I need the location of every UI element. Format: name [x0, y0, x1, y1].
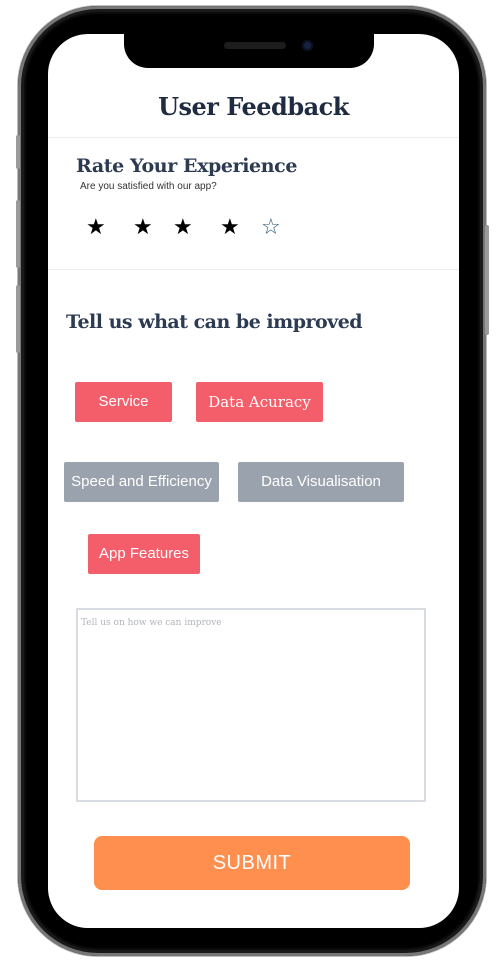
- power-button: [485, 225, 489, 335]
- chip-data-visualisation[interactable]: Data Visualisation: [238, 462, 404, 502]
- volume-down-button: [16, 285, 20, 353]
- chip-speed-and-efficiency[interactable]: Speed and Efficiency: [64, 462, 219, 502]
- page-title: User Feedback: [158, 92, 349, 121]
- chip-service[interactable]: Service: [75, 382, 172, 422]
- feedback-textarea[interactable]: [76, 608, 426, 802]
- notch: [124, 34, 374, 68]
- rating-divider: [48, 269, 459, 270]
- star-empty-icon[interactable]: ☆: [261, 215, 281, 241]
- star-filled-icon[interactable]: ★: [220, 215, 240, 241]
- submit-button[interactable]: SUBMIT: [94, 836, 410, 890]
- header-divider: [48, 137, 459, 138]
- front-camera: [302, 40, 313, 51]
- volume-up-button: [16, 200, 20, 268]
- mute-switch: [16, 135, 20, 169]
- rating-title: Rate Your Experience: [76, 155, 298, 177]
- speaker-grille: [224, 42, 286, 49]
- star-filled-icon[interactable]: ★: [173, 215, 193, 241]
- star-filled-icon[interactable]: ★: [133, 215, 153, 241]
- rating-subtitle: Are you satisfied with our app?: [80, 181, 217, 192]
- chip-app-features[interactable]: App Features: [88, 534, 200, 574]
- star-filled-icon[interactable]: ★: [86, 215, 106, 241]
- chip-data-accuracy[interactable]: Data Acuracy: [196, 382, 323, 422]
- improvement-title: Tell us what can be improved: [66, 311, 363, 333]
